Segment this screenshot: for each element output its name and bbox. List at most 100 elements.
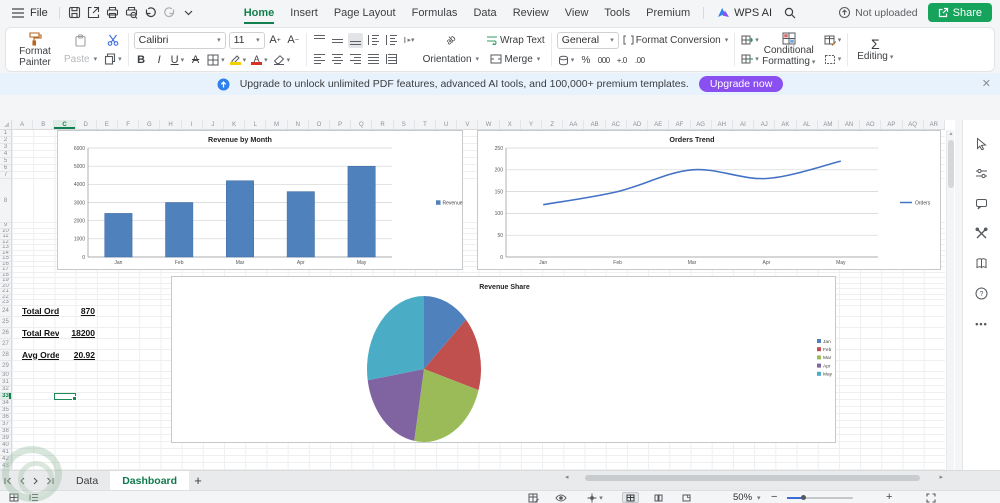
sheet-tab-data[interactable]: Data (64, 471, 110, 491)
column-header-F[interactable]: F (118, 120, 139, 129)
line-chart-orders-trend[interactable]: Orders Trend050100150200250JanFebMarAprM… (477, 130, 941, 270)
upgrade-now-button[interactable]: Upgrade now (699, 76, 783, 92)
row-header-8[interactable]: 8 (0, 179, 11, 223)
column-header-T[interactable]: T (415, 120, 436, 129)
row-header-36[interactable]: 36 (0, 414, 11, 421)
row-header-26[interactable]: 26 (0, 328, 11, 339)
row-header-41[interactable]: 41 (0, 449, 11, 456)
share-button[interactable]: Share (928, 3, 992, 22)
format-painter-button[interactable]: Format Painter (12, 31, 58, 68)
repair-tools-icon[interactable] (974, 226, 989, 241)
column-header-AL[interactable]: AL (797, 120, 818, 129)
comment-icon[interactable] (974, 196, 989, 211)
page-break-view-button[interactable] (678, 492, 695, 503)
sheet-tab-dashboard[interactable]: Dashboard (110, 471, 189, 491)
align-bottom-button[interactable] (348, 33, 363, 48)
fullscreen-icon[interactable] (925, 492, 937, 503)
banner-close-icon[interactable]: ✕ (982, 77, 991, 90)
normal-view-button[interactable] (622, 492, 639, 503)
print-preview-icon[interactable] (122, 3, 141, 22)
menu-tab-premium[interactable]: Premium (638, 3, 698, 23)
quick-access-more-icon[interactable] (179, 3, 198, 22)
row-header-39[interactable]: 39 (0, 435, 11, 442)
column-header-AB[interactable]: AB (584, 120, 605, 129)
column-header-X[interactable]: X (500, 120, 521, 129)
move-tool-icon[interactable]: ▾ (585, 492, 605, 503)
column-header-V[interactable]: V (457, 120, 478, 129)
column-header-U[interactable]: U (436, 120, 457, 129)
column-header-S[interactable]: S (394, 120, 415, 129)
bold-button[interactable]: B (134, 53, 149, 68)
row-header-6[interactable]: 6 (0, 165, 11, 172)
align-center-button[interactable] (330, 52, 345, 67)
column-header-A[interactable]: A (12, 120, 33, 129)
scroll-up-icon[interactable]: ▲ (948, 131, 954, 137)
italic-button[interactable]: I (152, 53, 167, 68)
column-header-L[interactable]: L (245, 120, 266, 129)
zoom-dropdown-icon[interactable]: ▾ (757, 494, 761, 502)
column-header-AN[interactable]: AN (839, 120, 860, 129)
distributed-button[interactable] (384, 52, 399, 67)
column-header-J[interactable]: J (203, 120, 224, 129)
wrap-text-button[interactable]: Wrap Text (485, 33, 546, 48)
column-header-AE[interactable]: AE (648, 120, 669, 129)
column-header-P[interactable]: P (330, 120, 351, 129)
row-header-4[interactable]: 4 (0, 151, 11, 158)
select-all-corner[interactable] (0, 120, 12, 130)
column-header-E[interactable]: E (97, 120, 118, 129)
selected-cell-C33[interactable] (54, 393, 75, 400)
zoom-out-button[interactable]: − (771, 491, 777, 503)
row-header-29[interactable]: 29 (0, 361, 11, 372)
pie-chart-revenue-share[interactable]: Revenue ShareJanFebMarAprMay (171, 276, 836, 443)
menu-tab-home[interactable]: Home (236, 3, 283, 23)
strikethrough-button[interactable]: A (188, 53, 203, 68)
menu-tab-page-layout[interactable]: Page Layout (326, 3, 404, 23)
scroll-right-icon[interactable]: ▸ (939, 474, 943, 482)
decrease-font-size-button[interactable]: A− (286, 33, 301, 48)
row-header-24[interactable]: 24 (0, 306, 11, 317)
column-header-W[interactable]: W (478, 120, 499, 129)
row-header-32[interactable]: 32 (0, 386, 11, 393)
next-sheet-icon[interactable] (30, 475, 42, 487)
row-header-42[interactable]: 42 (0, 456, 11, 463)
row-header-7[interactable]: 7 (0, 172, 11, 179)
row-header-1[interactable]: 1 (0, 130, 11, 137)
menu-tab-insert[interactable]: Insert (282, 3, 326, 23)
column-header-AD[interactable]: AD (627, 120, 648, 129)
font-family-select[interactable]: Calibri▾ (134, 32, 226, 49)
column-header-B[interactable]: B (33, 120, 54, 129)
reading-view-eye-icon[interactable] (555, 492, 567, 503)
align-top-button[interactable] (312, 33, 327, 48)
column-header-AK[interactable]: AK (775, 120, 796, 129)
row-header-37[interactable]: 37 (0, 421, 11, 428)
zoom-level[interactable]: 50% (733, 492, 752, 503)
first-sheet-icon[interactable] (2, 475, 14, 487)
row-header-2[interactable]: 2 (0, 137, 11, 144)
increase-font-size-button[interactable]: A+ (268, 33, 283, 48)
align-right-button[interactable] (348, 52, 363, 67)
cut-icon[interactable] (103, 33, 123, 48)
redo-icon[interactable] (160, 3, 179, 22)
row-header-25[interactable]: 25 (0, 317, 11, 328)
cell-style-button[interactable]: ▾ (823, 52, 843, 67)
column-header-Y[interactable]: Y (521, 120, 542, 129)
column-header-C[interactable]: C (54, 120, 75, 129)
scroll-left-icon[interactable]: ◂ (565, 474, 569, 482)
add-sheet-button[interactable]: + (189, 472, 207, 490)
format-conversion-button[interactable]: Format Conversion▾ (622, 33, 730, 48)
main-menu-icon[interactable] (8, 3, 27, 22)
vertical-scrollbar-thumb[interactable] (948, 140, 954, 188)
highlight-color-button[interactable]: ▾ (229, 53, 248, 68)
underline-button[interactable]: U▾ (170, 53, 185, 68)
row-header-28[interactable]: 28 (0, 350, 11, 361)
wps-ai-button[interactable]: WPS AI (717, 7, 772, 19)
column-header-AH[interactable]: AH (712, 120, 733, 129)
column-header-I[interactable]: I (182, 120, 203, 129)
column-header-AP[interactable]: AP (881, 120, 902, 129)
merge-button[interactable]: Merge▾ (485, 52, 546, 67)
row-header-5[interactable]: 5 (0, 158, 11, 165)
column-header-G[interactable]: G (139, 120, 160, 129)
delete-cells-button[interactable]: ▾ (740, 52, 760, 67)
more-tools-icon[interactable]: ••• (974, 316, 989, 331)
column-header-K[interactable]: K (224, 120, 245, 129)
